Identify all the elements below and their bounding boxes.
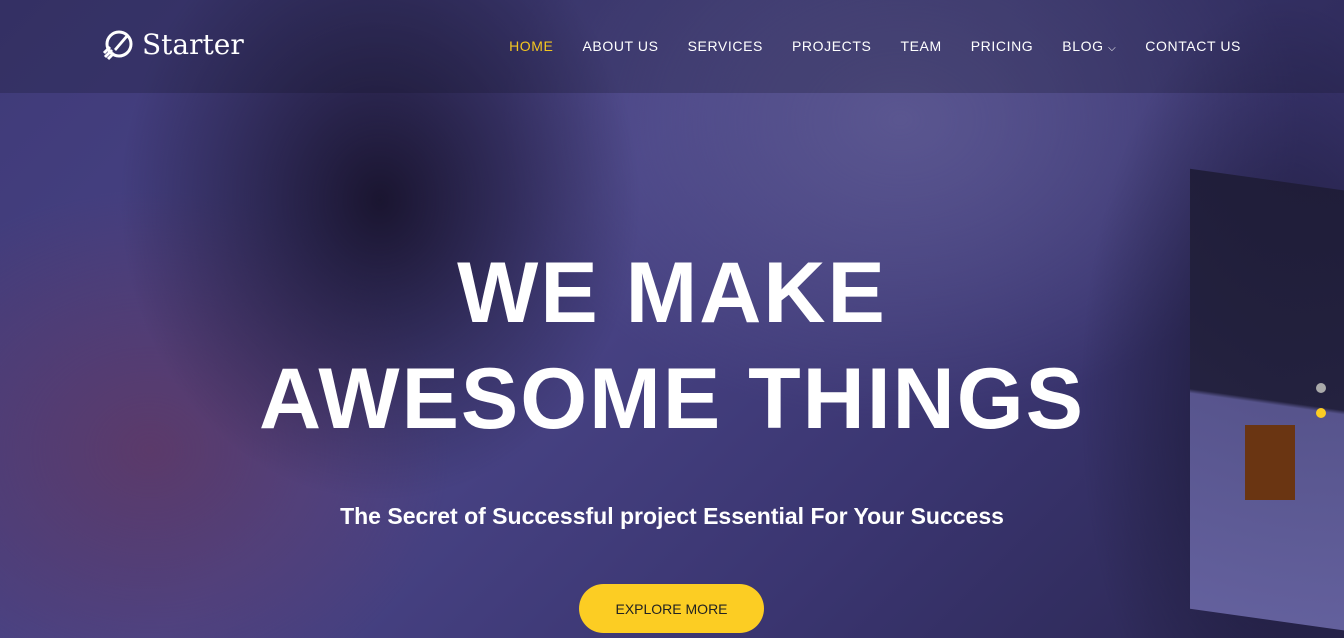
nav-pricing[interactable]: PRICING [971,38,1034,54]
nav-home[interactable]: HOME [509,38,553,54]
nav-team[interactable]: TEAM [900,38,941,54]
slider-dot-2-active[interactable] [1316,408,1326,418]
chevron-down-icon: ⌵ [1108,43,1117,54]
hero-title-line1: WE MAKE [457,245,887,341]
nav-projects[interactable]: PROJECTS [792,38,871,54]
nav-about-us[interactable]: ABOUT US [582,38,658,54]
nav-blog-label: BLOG [1062,38,1104,54]
nav-services[interactable]: SERVICES [688,38,763,54]
brand-name: Starter [142,28,244,61]
slider-dot-1[interactable] [1316,383,1326,393]
hero-title-line2: AWESOME THINGS [259,351,1085,447]
explore-more-button[interactable]: EXPLORE MORE [579,584,764,633]
rocket-icon [102,30,133,60]
logo[interactable]: Starter [102,28,244,61]
site-header: Starter HOME ABOUT US SERVICES PROJECTS … [0,0,1344,93]
nav-blog[interactable]: BLOG ⌵ [1062,38,1116,54]
hero-subtitle: The Secret of Successful project Essenti… [340,503,1004,529]
nav-contact-us[interactable]: CONTACT US [1145,38,1241,54]
main-nav: HOME ABOUT US SERVICES PROJECTS TEAM PRI… [509,38,1241,54]
